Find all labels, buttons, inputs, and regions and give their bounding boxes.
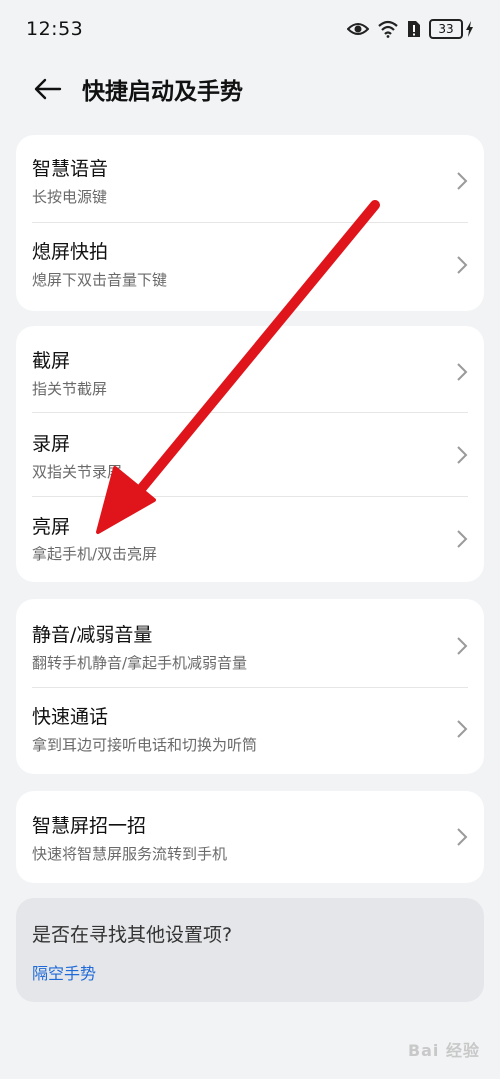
item-title: 快速通话 — [32, 706, 109, 728]
settings-group-2: 截屏 指关节截屏 录屏 双指关节录屏 亮屏 拿起手机/双击亮屏 — [16, 326, 484, 582]
charging-icon — [466, 21, 473, 37]
item-subtitle: 快速将智慧屏服务流转到手机 — [32, 845, 228, 863]
item-subtitle: 拿起手机/双击亮屏 — [32, 545, 158, 563]
item-title: 智慧屏招一招 — [32, 815, 147, 837]
item-subtitle: 翻转手机静音/拿起手机减弱音量 — [32, 654, 248, 672]
back-button[interactable] — [28, 69, 68, 109]
chevron-right-icon — [457, 446, 468, 464]
item-subtitle: 双指关节录屏 — [32, 463, 123, 481]
quick-call-item[interactable]: 快速通话 拿到耳边可接听电话和切换为听筒 — [16, 687, 484, 774]
screen-record-item[interactable]: 录屏 双指关节录屏 — [16, 412, 484, 496]
wifi-icon — [378, 20, 398, 38]
related-settings-question: 是否在寻找其他设置项? — [32, 924, 233, 946]
settings-group-3: 静音/减弱音量 翻转手机静音/拿起手机减弱音量 快速通话 拿到耳边可接听电话和切… — [16, 599, 484, 774]
screen-off-snapshot-item[interactable]: 熄屏快拍 熄屏下双击音量下键 — [16, 223, 484, 311]
item-subtitle: 指关节截屏 — [32, 380, 108, 398]
item-title: 智慧语音 — [32, 158, 109, 180]
sim-alert-icon — [408, 21, 420, 37]
chevron-right-icon — [457, 530, 468, 548]
chevron-right-icon — [457, 256, 468, 274]
mute-volume-item[interactable]: 静音/减弱音量 翻转手机静音/拿起手机减弱音量 — [16, 599, 484, 687]
status-bar: 12:53 33 — [0, 0, 500, 58]
item-title: 静音/减弱音量 — [32, 624, 153, 646]
smart-screen-wave-item[interactable]: 智慧屏招一招 快速将智慧屏服务流转到手机 — [16, 791, 484, 883]
item-subtitle: 拿到耳边可接听电话和切换为听筒 — [32, 736, 258, 754]
item-title: 录屏 — [32, 433, 71, 455]
air-gesture-link[interactable]: 隔空手势 — [32, 960, 96, 984]
item-title: 熄屏快拍 — [32, 241, 109, 263]
chevron-right-icon — [457, 637, 468, 655]
chevron-right-icon — [457, 828, 468, 846]
battery-level: 33 — [429, 19, 463, 39]
item-title: 亮屏 — [32, 516, 71, 538]
chevron-right-icon — [457, 720, 468, 738]
chevron-right-icon — [457, 172, 468, 190]
back-arrow-icon — [34, 78, 62, 100]
item-subtitle: 长按电源键 — [32, 188, 108, 206]
chevron-right-icon — [457, 363, 468, 381]
app-header: 快捷启动及手势 — [0, 66, 500, 112]
screenshot-item[interactable]: 截屏 指关节截屏 — [16, 326, 484, 412]
item-title: 截屏 — [32, 350, 71, 372]
battery-indicator: 33 — [429, 19, 474, 39]
item-subtitle: 熄屏下双击音量下键 — [32, 271, 168, 289]
status-icons: 33 — [347, 19, 474, 39]
smart-voice-item[interactable]: 智慧语音 长按电源键 — [16, 135, 484, 223]
related-settings-card: 是否在寻找其他设置项? 隔空手势 — [16, 898, 484, 1002]
eye-icon — [347, 23, 369, 35]
settings-group-4: 智慧屏招一招 快速将智慧屏服务流转到手机 — [16, 791, 484, 883]
wake-screen-item[interactable]: 亮屏 拿起手机/双击亮屏 — [16, 496, 484, 582]
watermark-logo: Bai 经验 — [407, 1041, 480, 1060]
settings-group-1: 智慧语音 长按电源键 熄屏快拍 熄屏下双击音量下键 — [16, 135, 484, 311]
status-time: 12:53 — [26, 18, 84, 40]
page-title: 快捷启动及手势 — [82, 79, 243, 105]
